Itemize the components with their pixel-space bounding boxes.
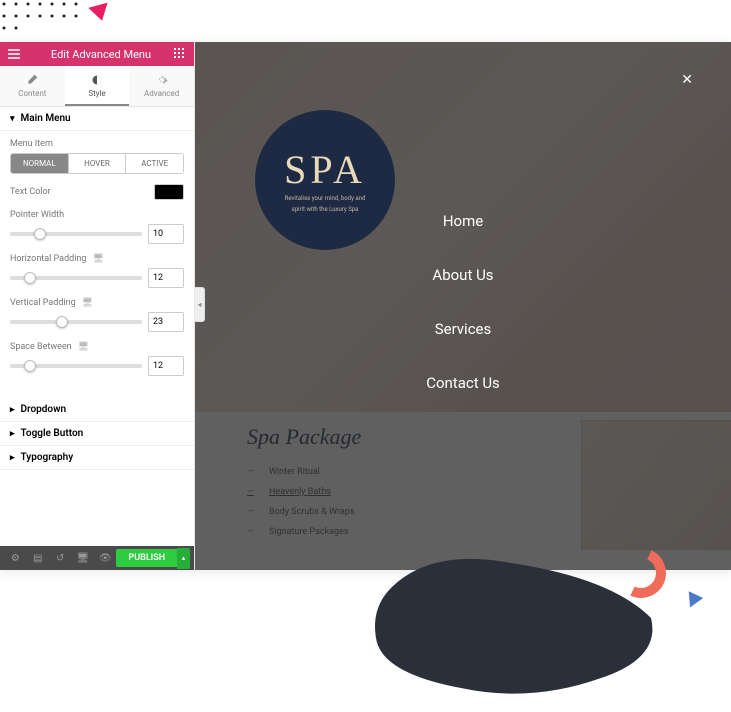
tab-advanced[interactable]: Advanced xyxy=(129,66,194,106)
editor-tabs: Content Style Advanced xyxy=(0,66,194,107)
settings-icon[interactable]: ⚙ xyxy=(7,549,23,567)
sidebar-header: Edit Advanced Menu xyxy=(0,42,194,66)
section-typography[interactable]: Typography xyxy=(0,446,194,470)
section-dropdown[interactable]: Dropdown xyxy=(0,398,194,422)
horizontal-padding-input[interactable] xyxy=(148,268,184,288)
menu-item-contact[interactable]: Contact Us xyxy=(426,374,500,392)
menu-item-label: Menu Item xyxy=(10,139,184,149)
state-segmented: NORMAL HOVER ACTIVE xyxy=(10,153,184,174)
decorative-triangle-blue xyxy=(683,591,703,610)
fullscreen-menu: Home About Us Services Contact Us xyxy=(195,42,731,570)
navigator-icon[interactable]: ▤ xyxy=(29,549,45,567)
tab-style[interactable]: Style xyxy=(65,66,130,106)
section-toggle-button[interactable]: Toggle Button xyxy=(0,422,194,446)
desktop-icon[interactable]: 🖥 xyxy=(78,342,89,352)
preview-canvas: Spa Package —Winter Ritual —Heavenly Bat… xyxy=(195,42,731,570)
horizontal-padding-slider[interactable] xyxy=(10,276,142,280)
vertical-padding-label: Vertical Padding🖥 xyxy=(10,298,184,308)
horizontal-padding-label: Horizontal Padding🖥 xyxy=(10,254,184,264)
editor-sidebar: Edit Advanced Menu Content Style Advance… xyxy=(0,42,195,570)
space-between-slider[interactable] xyxy=(10,364,142,368)
text-color-label: Text Color xyxy=(10,187,51,197)
collapse-sidebar-handle[interactable]: ◂ xyxy=(195,287,205,322)
menu-item-services[interactable]: Services xyxy=(435,320,492,338)
text-color-swatch[interactable] xyxy=(154,184,184,200)
widgets-icon[interactable] xyxy=(174,48,186,61)
panel-title: Edit Advanced Menu xyxy=(28,48,174,61)
desktop-icon[interactable]: 🖥 xyxy=(82,298,93,308)
decorative-triangle-pink xyxy=(88,3,111,24)
menu-item-about[interactable]: About Us xyxy=(432,266,493,284)
vertical-padding-input[interactable] xyxy=(148,312,184,332)
tab-content[interactable]: Content xyxy=(0,66,65,106)
pointer-width-label: Pointer Width xyxy=(10,210,184,220)
responsive-icon[interactable]: 🖥 xyxy=(74,549,90,567)
publish-dropdown[interactable]: ▴ xyxy=(177,548,190,569)
decorative-dots xyxy=(0,0,80,30)
menu-icon[interactable] xyxy=(8,49,20,59)
preview-icon[interactable]: 👁 xyxy=(97,549,113,567)
editor-app: Edit Advanced Menu Content Style Advance… xyxy=(0,42,731,570)
desktop-icon[interactable]: 🖥 xyxy=(92,254,103,264)
editor-footer: ⚙ ▤ ↺ 🖥 👁 PUBLISH ▴ xyxy=(0,546,194,570)
state-active[interactable]: ACTIVE xyxy=(125,154,183,173)
section-main-menu[interactable]: Main Menu xyxy=(0,107,194,131)
caret-down-icon xyxy=(10,114,15,124)
pointer-width-slider[interactable] xyxy=(10,232,142,236)
space-between-input[interactable] xyxy=(148,356,184,376)
publish-button[interactable]: PUBLISH xyxy=(116,549,177,567)
space-between-label: Space Between🖥 xyxy=(10,342,184,352)
menu-item-home[interactable]: Home xyxy=(443,212,483,230)
history-icon[interactable]: ↺ xyxy=(52,549,68,567)
pointer-width-input[interactable] xyxy=(148,224,184,244)
style-panel: Main Menu Menu Item NORMAL HOVER ACTIVE … xyxy=(0,107,194,546)
state-normal[interactable]: NORMAL xyxy=(11,154,68,173)
state-hover[interactable]: HOVER xyxy=(68,154,126,173)
vertical-padding-slider[interactable] xyxy=(10,320,142,324)
